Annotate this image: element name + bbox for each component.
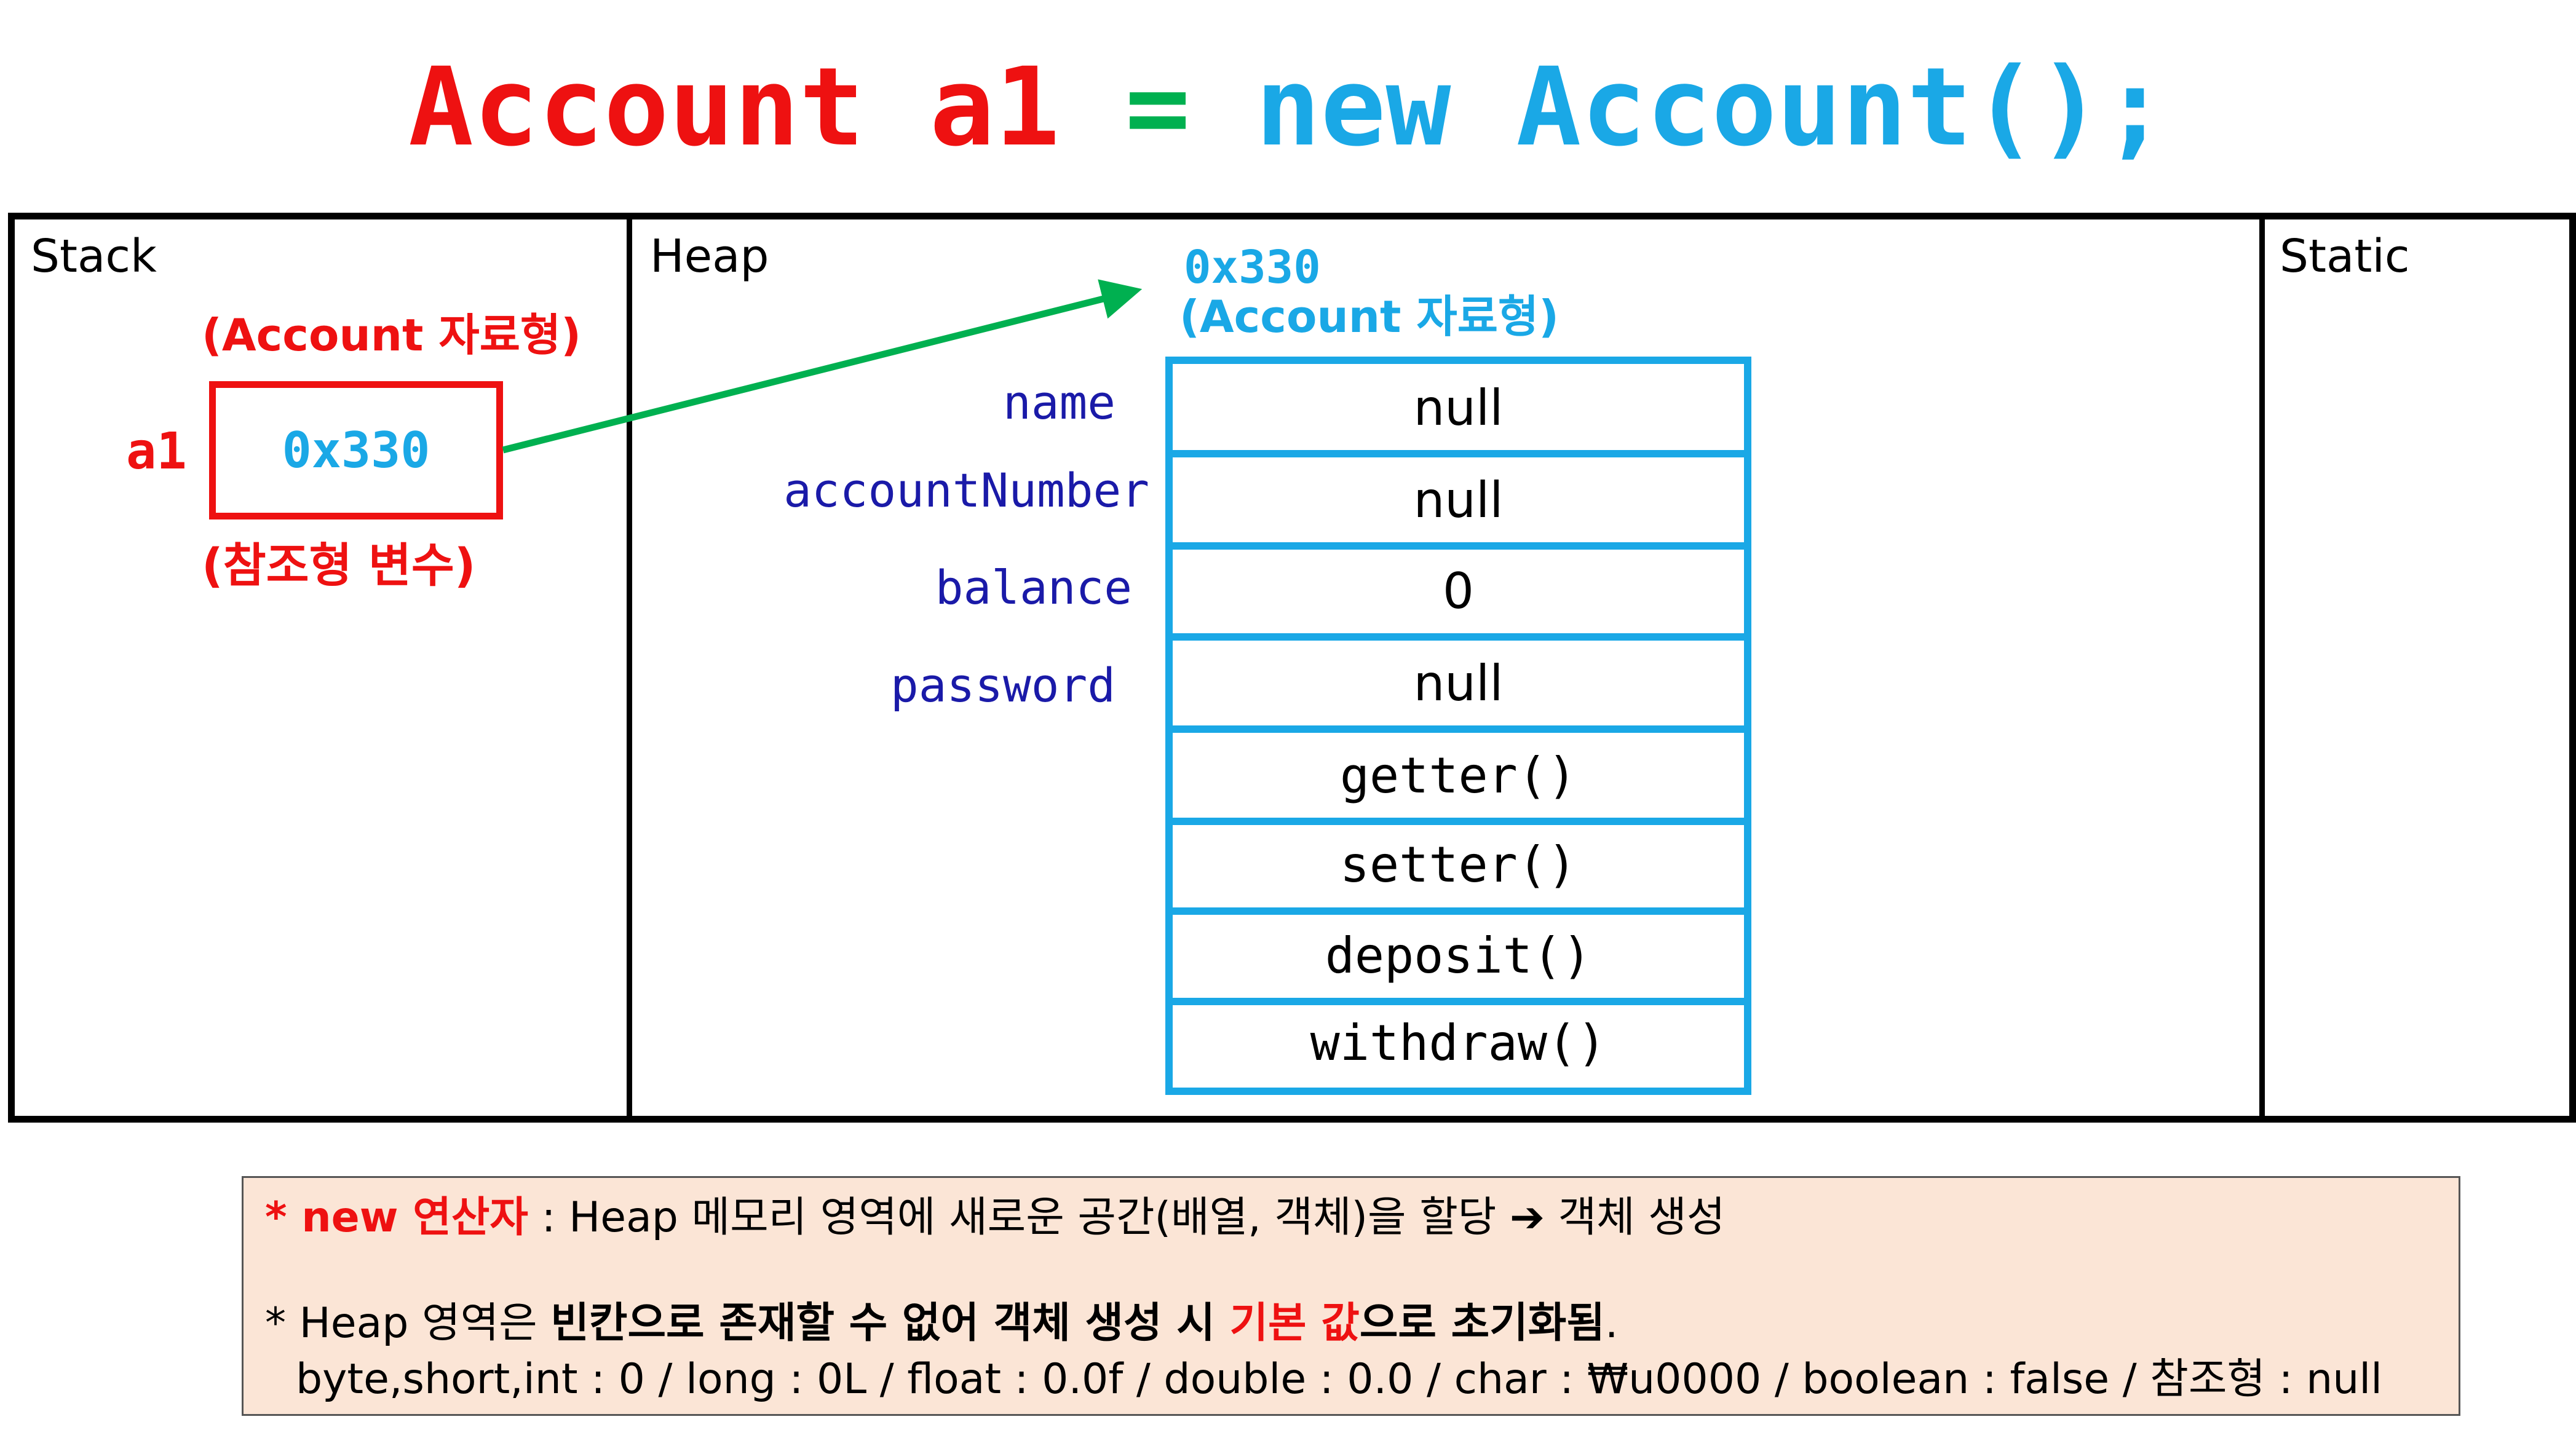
note-line-new-operator: * new 연산자 : Heap 메모리 영역에 새로운 공간(배열, 객체)을… [265, 1193, 1726, 1242]
note-highlight-default: 기본 값 [1229, 1299, 1360, 1348]
method-getter: getter() [1339, 746, 1577, 804]
note-line-default-list: byte,short,int : 0 / long : 0L / float :… [296, 1355, 2383, 1404]
field-label-password: password [890, 658, 1116, 713]
field-label-name: name [1002, 375, 1116, 430]
heap-object: null null 0 null getter() setter() depos… [1165, 357, 1751, 1095]
field-value-name: null [1413, 379, 1504, 437]
field-label-accountNumber: accountNumber [783, 463, 1149, 518]
slot-divider [1173, 633, 1744, 641]
slot-divider [1173, 725, 1744, 733]
explanation-note: * new 연산자 : Heap 메모리 영역에 새로운 공간(배열, 객체)을… [242, 1176, 2460, 1416]
method-withdraw: withdraw() [1310, 1014, 1607, 1072]
note-line-default-values: * Heap 영역은 빈칸으로 존재할 수 없어 객체 생성 시 기본 값으로 … [265, 1299, 1619, 1348]
slot-divider [1173, 450, 1744, 457]
arrow-icon: ➔ [1509, 1193, 1545, 1242]
method-setter: setter() [1339, 835, 1577, 893]
field-value-password: null [1413, 654, 1504, 712]
field-value-accountNumber: null [1413, 471, 1504, 529]
heap-address-label: 0x330 [1184, 241, 1321, 294]
field-value-balance: 0 [1443, 562, 1474, 620]
note-keyword: new 연산자 [301, 1193, 528, 1242]
heap-type-label: (Account 자료형) [1179, 291, 1559, 342]
method-deposit: deposit() [1325, 926, 1592, 984]
field-label-balance: balance [935, 560, 1132, 615]
